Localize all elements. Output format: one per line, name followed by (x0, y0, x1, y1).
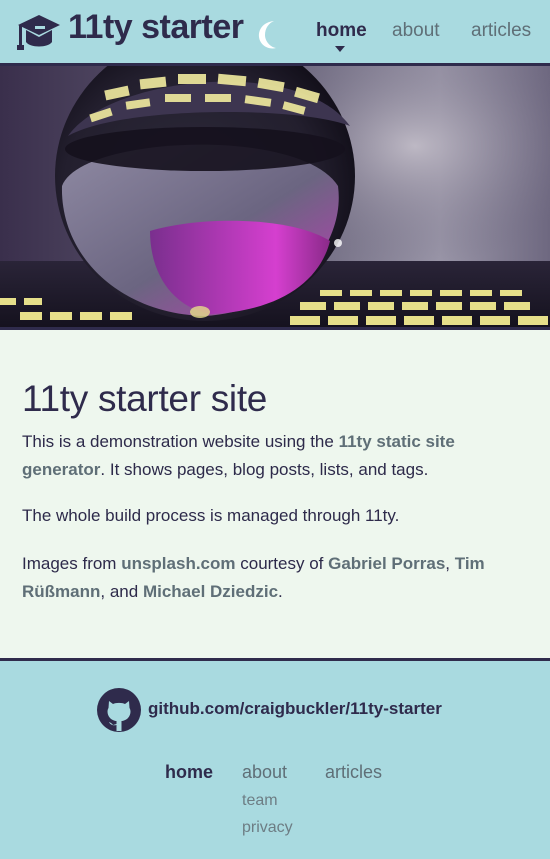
active-caret-icon (335, 46, 345, 52)
main-nav: home about articles (300, 0, 550, 66)
footer-nav-home[interactable]: home (165, 762, 213, 783)
build-paragraph: The whole build process is managed throu… (22, 506, 400, 525)
gabriel-porras-link[interactable]: Gabriel Porras (328, 554, 445, 573)
main-content: 11ty starter site This is a demonstratio… (22, 376, 512, 626)
nav-articles[interactable]: articles (471, 20, 531, 42)
intro-paragraph: This is a demonstration website using th… (22, 432, 455, 479)
nav-about[interactable]: about (392, 20, 440, 42)
github-link[interactable]: github.com/craigbuckler/11ty-starter (148, 699, 442, 719)
hero-image (0, 66, 550, 330)
graduation-cap-icon[interactable] (16, 12, 62, 54)
footer-nav-team[interactable]: team (242, 792, 278, 810)
footer-nav-privacy[interactable]: privacy (242, 819, 293, 837)
credits-paragraph: Images from unsplash.com courtesy of Gab… (22, 554, 485, 601)
footer-nav-about[interactable]: about (242, 762, 287, 783)
moon-icon[interactable] (254, 18, 286, 52)
nav-home[interactable]: home (316, 20, 367, 42)
michael-dziedzic-link[interactable]: Michael Dziedzic (143, 582, 278, 601)
site-footer: github.com/craigbuckler/11ty-starter hom… (0, 658, 550, 859)
unsplash-link[interactable]: unsplash.com (121, 554, 235, 573)
site-header: 11ty starter home about articles (0, 0, 550, 66)
page-title: 11ty starter site (22, 378, 268, 419)
site-title[interactable]: 11ty starter (68, 8, 244, 47)
github-icon[interactable] (96, 687, 142, 733)
glass-sphere-image (0, 66, 550, 327)
footer-nav-articles[interactable]: articles (325, 762, 382, 783)
